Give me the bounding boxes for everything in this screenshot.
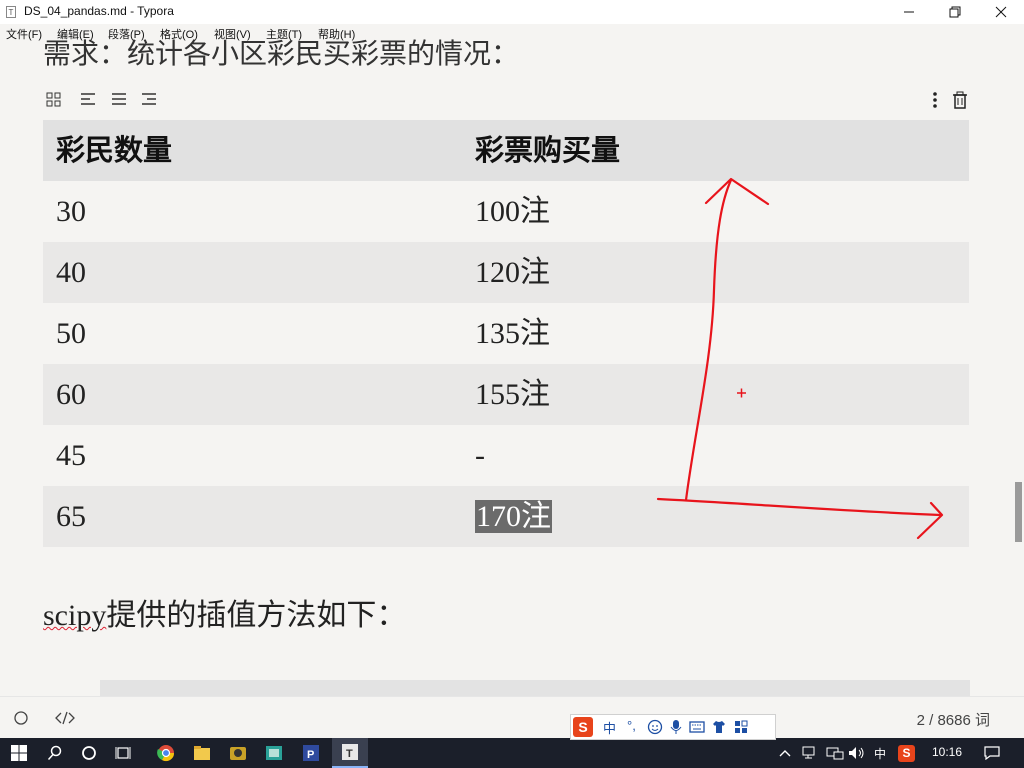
svg-text:P: P	[307, 749, 314, 761]
pycharm-icon: P	[303, 745, 319, 761]
taskbar-chrome[interactable]	[150, 738, 182, 768]
table-grid-icon[interactable]	[45, 91, 63, 109]
spellcheck-underlined-word[interactable]: scipy	[43, 599, 106, 632]
folder-icon	[194, 746, 210, 760]
paragraph-rest: 提供的插值方法如下：	[106, 599, 407, 632]
restore-button[interactable]	[932, 0, 978, 24]
ime-toolbar[interactable]: S 中 °,	[570, 714, 776, 740]
display-icon[interactable]	[826, 746, 844, 760]
table-cell[interactable]: 135注	[475, 303, 550, 364]
paragraph-text[interactable]: scipy提供的插值方法如下：	[43, 590, 406, 634]
network-icon[interactable]	[802, 746, 818, 760]
chrome-icon	[157, 745, 175, 762]
menu-help[interactable]: 帮助(H)	[318, 26, 355, 42]
menu-edit[interactable]: 编辑(E)	[57, 26, 94, 42]
menu-file[interactable]: 文件(F)	[6, 26, 42, 42]
header-cell-tickets-purchased[interactable]: 彩票购买量	[475, 120, 620, 181]
ime-language-indicator[interactable]: 中	[874, 745, 886, 762]
start-button[interactable]	[2, 738, 36, 768]
menu-view[interactable]: 视图(V)	[214, 26, 251, 42]
table-cell[interactable]: 120注	[475, 242, 550, 303]
search-button[interactable]	[40, 738, 70, 768]
word-count[interactable]: 2 / 8686 词	[917, 709, 990, 730]
align-left-icon[interactable]	[79, 91, 97, 109]
windows-logo-icon	[11, 745, 27, 761]
sogou-logo-icon[interactable]: S	[573, 717, 593, 737]
table-row: 65 170注	[43, 486, 969, 547]
table-cell[interactable]: 30	[56, 181, 86, 242]
table-row: 45 -	[43, 425, 969, 486]
selected-text[interactable]: 170注	[475, 500, 552, 533]
table-toolbar	[43, 88, 969, 112]
minimize-button[interactable]	[886, 0, 932, 24]
svg-text:T: T	[346, 748, 353, 760]
windows-taskbar: P T 中 S 10:16	[0, 738, 1024, 768]
volume-icon[interactable]	[848, 746, 866, 760]
table-cell[interactable]: 100注	[475, 181, 550, 242]
table-cell[interactable]: 155注	[475, 364, 550, 425]
delete-table-icon[interactable]	[951, 91, 969, 109]
table-row: 40 120注	[43, 242, 969, 303]
table-cell[interactable]: 40	[56, 242, 86, 303]
restore-icon	[949, 6, 961, 18]
header-cell-lottery-players[interactable]: 彩民数量	[56, 120, 172, 181]
table-cell[interactable]: 65	[56, 486, 86, 547]
microphone-icon[interactable]	[669, 719, 683, 735]
ime-mode[interactable]: 中	[603, 718, 616, 737]
cortana-circle-icon	[82, 746, 96, 760]
sogou-tray-icon[interactable]: S	[898, 745, 915, 762]
vertical-scrollbar[interactable]	[1012, 42, 1024, 696]
title-bar: T DS_04_pandas.md - Typora	[0, 0, 1024, 24]
search-icon	[47, 745, 62, 761]
table-cell[interactable]: 45	[56, 425, 86, 486]
table-row: 50 135注	[43, 303, 969, 364]
data-table: 彩民数量 彩票购买量 30 100注 40 120注 50 135注 60 15…	[43, 120, 969, 547]
app-window-icon	[266, 746, 282, 760]
task-view-icon	[115, 747, 131, 759]
typora-icon: T	[342, 744, 358, 760]
emoji-icon[interactable]	[647, 719, 663, 735]
table-row: 30 100注	[43, 181, 969, 242]
minimize-icon	[904, 11, 914, 13]
taskbar-pycharm[interactable]: P	[294, 738, 328, 768]
typora-app-icon: T	[6, 6, 16, 18]
table-row: 60 155注	[43, 364, 969, 425]
menu-bar: 文件(F) 编辑(E) 段落(P) 格式(O) 视图(V) 主题(T) 帮助(H…	[0, 24, 1024, 42]
taskbar-app-3[interactable]	[222, 738, 254, 768]
status-bar: 2 / 8686 词	[0, 696, 1024, 739]
table-cell[interactable]: -	[475, 425, 485, 486]
more-options-icon[interactable]	[927, 91, 943, 109]
table-cell[interactable]: 60	[56, 364, 86, 425]
align-center-icon[interactable]	[110, 91, 128, 109]
app-badge-icon	[230, 747, 246, 760]
menu-format[interactable]: 格式(O)	[160, 26, 198, 42]
show-hidden-icons-chevron-icon[interactable]	[778, 747, 792, 759]
task-view-button[interactable]	[108, 738, 138, 768]
keyboard-icon[interactable]	[689, 720, 705, 734]
action-center-icon[interactable]	[984, 746, 1000, 760]
close-button[interactable]	[978, 0, 1024, 24]
outline-toggle-icon[interactable]	[13, 710, 29, 726]
cortana-button[interactable]	[74, 738, 104, 768]
editor-content[interactable]: 需求：统计各小区彩民买彩票的情况： 彩民数量 彩票购买量 30 100注 40 …	[0, 24, 1012, 696]
taskbar-app-4[interactable]	[258, 738, 290, 768]
menu-theme[interactable]: 主题(T)	[266, 26, 302, 42]
table-cell[interactable]: 50	[56, 303, 86, 364]
clock[interactable]: 10:16	[932, 745, 962, 759]
table-header-row: 彩民数量 彩票购买量	[43, 120, 969, 181]
scroll-thumb[interactable]	[1015, 482, 1022, 542]
skin-shirt-icon[interactable]	[711, 719, 727, 735]
close-icon	[995, 6, 1007, 18]
source-code-mode-icon[interactable]	[54, 710, 76, 726]
code-block[interactable]	[100, 680, 970, 696]
align-right-icon[interactable]	[140, 91, 158, 109]
ime-punctuation[interactable]: °,	[627, 718, 636, 733]
taskbar-typora-active[interactable]: T	[332, 738, 368, 768]
window-title: DS_04_pandas.md - Typora	[24, 4, 174, 18]
table-cell-selected[interactable]: 170注	[475, 486, 552, 547]
menu-paragraph[interactable]: 段落(P)	[108, 26, 145, 42]
toolbox-grid-icon[interactable]	[733, 719, 749, 735]
taskbar-file-explorer[interactable]	[186, 738, 218, 768]
